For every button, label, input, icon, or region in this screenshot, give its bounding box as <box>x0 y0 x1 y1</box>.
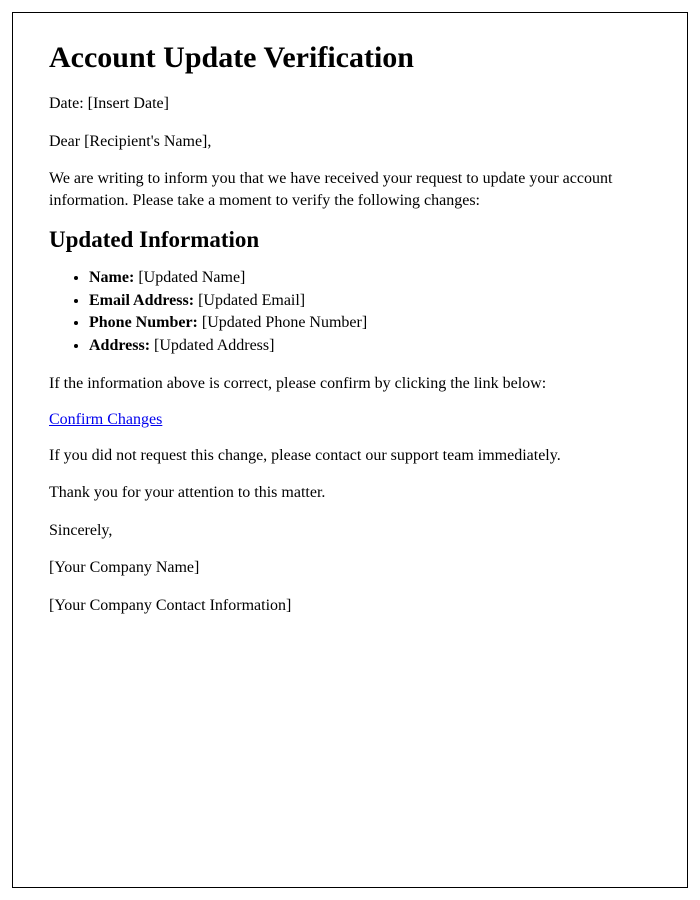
field-value: [Updated Email] <box>194 292 305 309</box>
updated-info-list: Name: [Updated Name] Email Address: [Upd… <box>89 267 651 357</box>
not-requested-paragraph: If you did not request this change, plea… <box>49 445 651 467</box>
field-value: [Updated Name] <box>134 269 245 286</box>
list-item: Email Address: [Updated Email] <box>89 290 651 312</box>
company-contact: [Your Company Contact Information] <box>49 595 651 617</box>
list-item: Phone Number: [Updated Phone Number] <box>89 312 651 334</box>
confirm-prompt: If the information above is correct, ple… <box>49 373 651 395</box>
page-title: Account Update Verification <box>49 41 651 75</box>
field-label: Name: <box>89 269 134 286</box>
field-label: Address: <box>89 337 150 354</box>
field-label: Email Address: <box>89 292 194 309</box>
document-page: Account Update Verification Date: [Inser… <box>12 12 688 888</box>
list-item: Name: [Updated Name] <box>89 267 651 289</box>
signoff: Sincerely, <box>49 520 651 542</box>
field-value: [Updated Phone Number] <box>198 314 367 331</box>
field-value: [Updated Address] <box>150 337 274 354</box>
company-name: [Your Company Name] <box>49 557 651 579</box>
list-item: Address: [Updated Address] <box>89 335 651 357</box>
field-label: Phone Number: <box>89 314 198 331</box>
greeting: Dear [Recipient's Name], <box>49 131 651 153</box>
section-heading: Updated Information <box>49 227 651 253</box>
confirm-changes-link[interactable]: Confirm Changes <box>49 411 162 428</box>
thanks-paragraph: Thank you for your attention to this mat… <box>49 482 651 504</box>
date-line: Date: [Insert Date] <box>49 93 651 115</box>
intro-paragraph: We are writing to inform you that we hav… <box>49 168 651 211</box>
